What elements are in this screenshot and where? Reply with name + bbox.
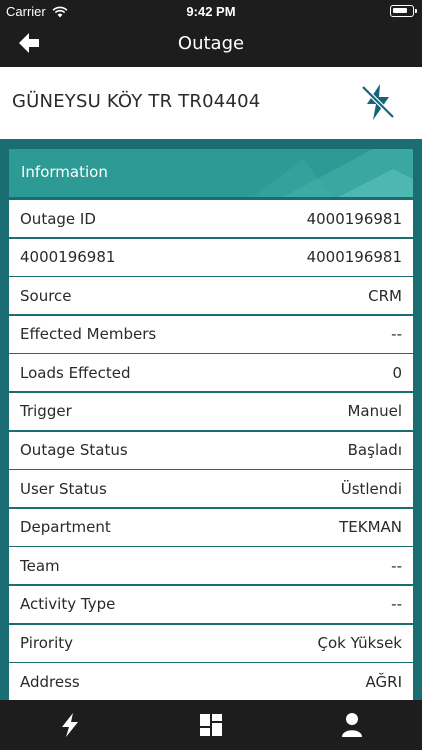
row-label: Outage Status [20,441,128,460]
row-value: -- [391,325,402,344]
info-row-team: Team -- [9,547,413,585]
info-row-user-status: User Status Üstlendi [9,470,413,508]
row-value: Manuel [347,402,402,421]
row-label: Address [20,672,80,691]
dashboard-icon [200,714,222,736]
row-label: 4000196981 [20,248,116,267]
row-value: Çok Yüksek [317,634,402,653]
row-value: Başladı [347,441,402,460]
tab-dashboard[interactable] [141,700,282,750]
lightning-icon [62,713,79,737]
info-row-department: Department TEKMAN [9,508,413,546]
row-label: Activity Type [20,595,116,614]
row-value: TEKMAN [339,518,402,537]
row-label: Outage ID [20,209,96,228]
header-decoration [253,149,413,197]
section-title: Information [21,163,108,181]
row-label: Effected Members [20,325,157,344]
content-area: Information Outage ID 4000196981 4000196… [0,139,422,700]
back-arrow-icon [19,33,39,53]
status-time: 9:42 PM [186,4,236,19]
info-row-activity-type: Activity Type -- [9,585,413,623]
row-value: -- [391,556,402,575]
information-list: Outage ID 4000196981 4000196981 40001969… [9,200,413,700]
row-label: Source [20,286,72,305]
back-button[interactable] [14,28,44,58]
info-row-effected-members: Effected Members -- [9,315,413,353]
info-row-outage-id: Outage ID 4000196981 [9,200,413,237]
row-label: Pirority [20,634,73,653]
outage-location-name: GÜNEYSU KÖY TR TR04404 [12,91,261,112]
row-label: Trigger [20,402,72,421]
nav-bar: Outage [0,22,422,67]
row-label: Loads Effected [20,363,131,382]
nav-title: Outage [177,33,245,54]
row-label: Department [20,518,111,537]
tab-outages[interactable] [0,700,141,750]
info-row-outage-number: 4000196981 4000196981 [9,238,413,276]
row-value: Üstlendi [340,479,402,498]
info-row-outage-status: Outage Status Başladı [9,431,413,469]
row-value: 0 [392,363,402,382]
info-row-trigger: Trigger Manuel [9,392,413,430]
tab-bar [0,700,422,750]
row-value: AĞRI [365,672,402,691]
row-label: Team [20,556,60,575]
outage-header: GÜNEYSU KÖY TR TR04404 [0,67,422,139]
status-bar: Carrier 9:42 PM [0,0,422,22]
row-label: User Status [20,479,107,498]
info-row-source: Source CRM [9,277,413,315]
user-icon [341,713,362,737]
information-section-header: Information [9,149,413,197]
tab-profile[interactable] [281,700,422,750]
row-value: CRM [368,286,402,305]
battery-icon [390,5,417,17]
row-value: -- [391,595,402,614]
row-value: 4000196981 [306,209,402,228]
info-row-address: Address AĞRI [9,663,413,700]
info-row-priority: Pirority Çok Yüksek [9,624,413,662]
info-row-loads-effected: Loads Effected 0 [9,354,413,392]
broken-lightning-icon[interactable] [358,82,398,122]
row-value: 4000196981 [306,248,402,267]
